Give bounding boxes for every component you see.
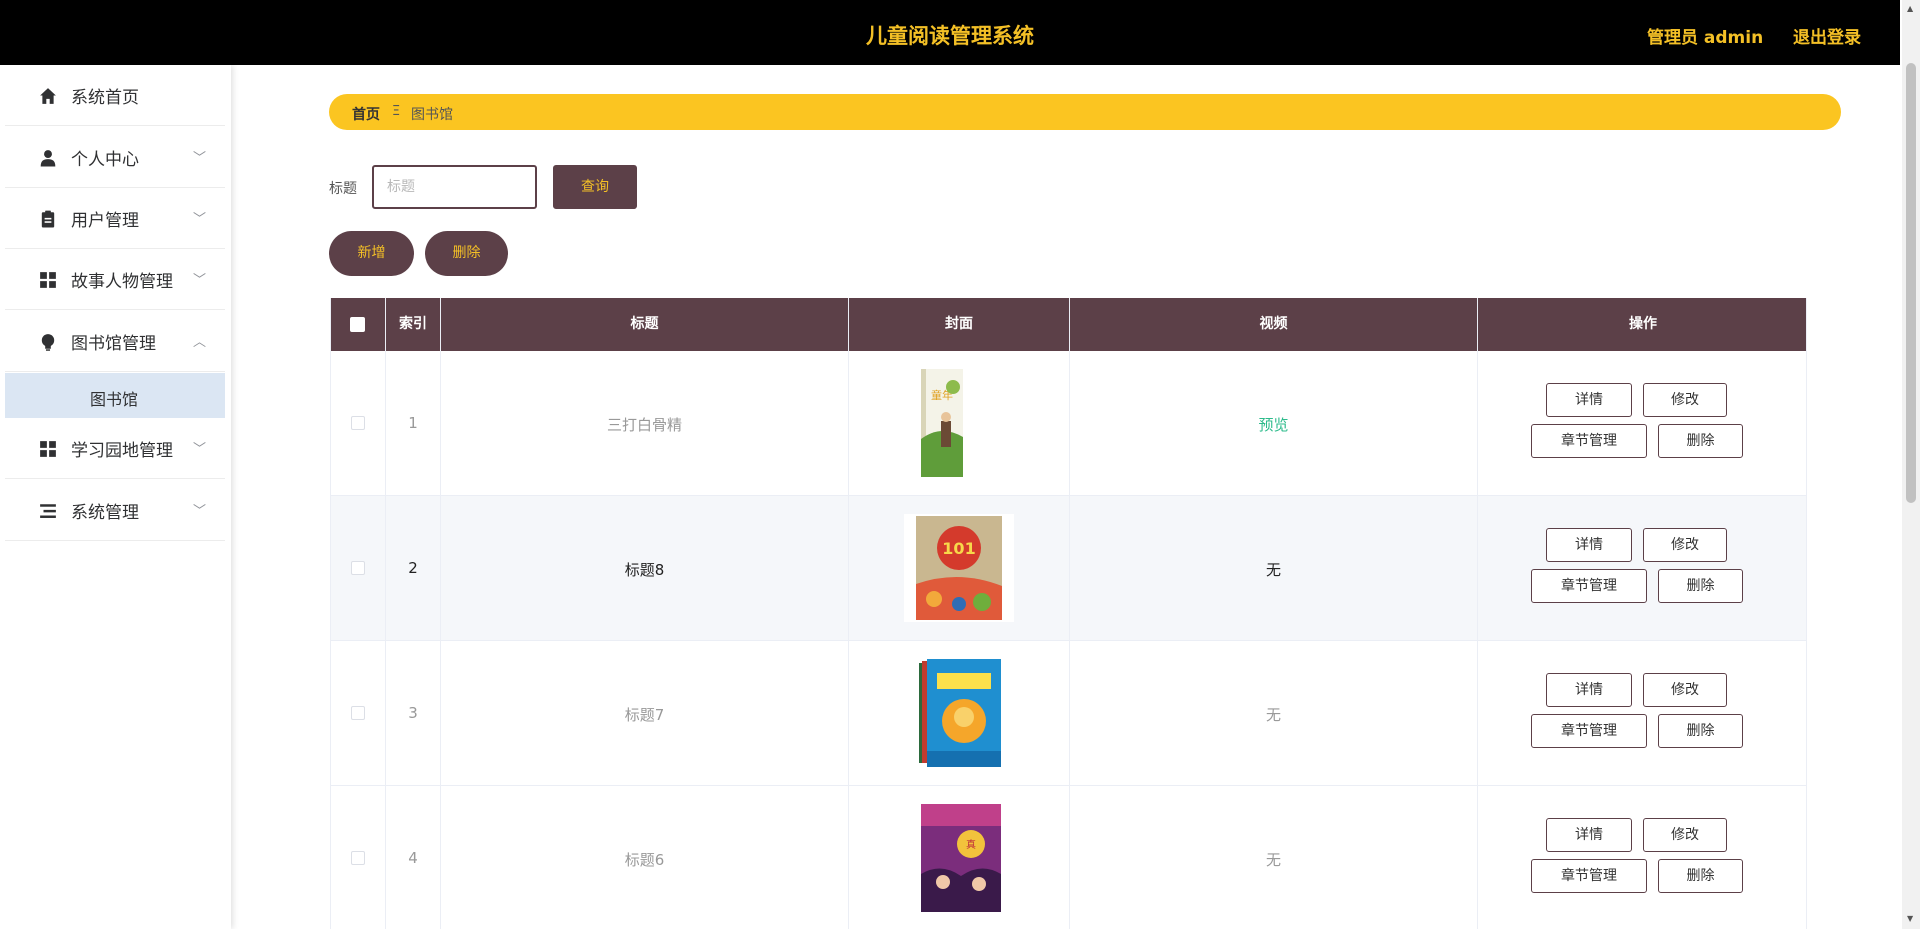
- edit-button[interactable]: 修改: [1643, 383, 1727, 417]
- sidebar-item-profile[interactable]: 个人中心 ﹀: [5, 127, 225, 188]
- row-checkbox[interactable]: [351, 561, 365, 575]
- header-title: 标题: [441, 298, 849, 351]
- chevron-down-icon: ﹀: [193, 504, 207, 519]
- chevron-up-icon: ︿: [193, 335, 207, 350]
- scroll-up-arrow-icon[interactable]: ▲: [1907, 4, 1913, 13]
- sidebar-item-label: 系统首页: [71, 88, 139, 108]
- video-preview-link[interactable]: 预览: [1070, 414, 1477, 435]
- top-header: 儿童阅读管理系统 管理员 admin 退出登录: [0, 0, 1900, 65]
- row-title: 标题7: [624, 706, 665, 724]
- header-index: 索引: [386, 298, 441, 351]
- scrollbar-thumb[interactable]: [1906, 63, 1916, 503]
- list-icon: [40, 504, 56, 518]
- sidebar-item-library[interactable]: 图书馆管理 ︿: [5, 311, 225, 372]
- book-table: 索引 标题 封面 视频 操作 1 三打白骨精 童年 预览 详情 修改 章节管理 …: [330, 298, 1807, 929]
- breadcrumb: 首页 Ξ 图书馆: [329, 94, 1841, 130]
- select-all-checkbox[interactable]: [350, 317, 365, 332]
- header-actions: 操作: [1629, 316, 1657, 332]
- table-row: 4 标题6 真 无 详情 修改 章节管理 删除: [331, 786, 1806, 929]
- sidebar-subitem-library[interactable]: 图书馆: [5, 373, 225, 418]
- sidebar-subitem-label: 图书馆: [90, 390, 139, 409]
- sidebar-item-label: 学习园地管理: [71, 441, 173, 461]
- row-video: 无: [1265, 706, 1281, 724]
- bulb-icon: [41, 334, 55, 351]
- clipboard-icon: [41, 210, 55, 228]
- sidebar-item-learning[interactable]: 学习园地管理 ﹀: [5, 418, 225, 479]
- row-index: 4: [408, 849, 418, 867]
- user-icon: [40, 150, 56, 167]
- detail-button[interactable]: 详情: [1546, 673, 1632, 707]
- row-title: 三打白骨精: [606, 416, 682, 434]
- search-label: 标题: [329, 181, 357, 197]
- table-row: 3 标题7 无 详情 修改 章节管理 删除: [331, 641, 1806, 786]
- row-index: 3: [408, 704, 418, 722]
- row-index: 1: [408, 414, 418, 432]
- grid-icon: [40, 272, 56, 288]
- book-cover-image: 真: [921, 804, 1001, 912]
- delete-button[interactable]: 删除: [1658, 569, 1743, 603]
- chevron-down-icon: ﹀: [193, 442, 207, 457]
- detail-button[interactable]: 详情: [1546, 528, 1632, 562]
- sidebar-item-characters[interactable]: 故事人物管理 ﹀: [5, 249, 225, 310]
- book-cover-image: 童年: [921, 369, 963, 477]
- sidebar-item-label: 系统管理: [71, 503, 139, 523]
- sidebar-item-users[interactable]: 用户管理 ﹀: [5, 188, 225, 249]
- query-button[interactable]: 查询: [553, 165, 637, 209]
- home-icon: [40, 88, 56, 104]
- breadcrumb-home[interactable]: 首页: [352, 104, 380, 124]
- search-input[interactable]: [372, 165, 537, 209]
- book-cover-image: [919, 659, 1001, 767]
- sidebar-item-home[interactable]: 系统首页: [5, 65, 225, 126]
- logout-link[interactable]: 退出登录: [1793, 23, 1861, 48]
- chapter-manage-button[interactable]: 章节管理: [1531, 714, 1647, 748]
- grid-icon: [40, 441, 56, 457]
- table-header: 索引 标题 封面 视频 操作: [331, 298, 1806, 351]
- sidebar-item-label: 图书馆管理: [71, 334, 156, 354]
- app-title: 儿童阅读管理系统: [866, 24, 1034, 48]
- breadcrumb-separator: Ξ: [392, 104, 401, 119]
- sidebar: 系统首页 个人中心 ﹀ 用户管理 ﹀ 故事人物管理 ﹀ 图书馆管理 ︿ 图书馆 …: [0, 65, 231, 929]
- sidebar-item-label: 故事人物管理: [71, 272, 173, 292]
- table-row: 1 三打白骨精 童年 预览 详情 修改 章节管理 删除: [331, 351, 1806, 496]
- chevron-down-icon: ﹀: [193, 212, 207, 227]
- svg-text:101: 101: [942, 539, 975, 558]
- row-video: 无: [1265, 561, 1281, 579]
- chapter-manage-button[interactable]: 章节管理: [1531, 424, 1647, 458]
- add-button[interactable]: 新增: [329, 231, 414, 276]
- breadcrumb-current: 图书馆: [411, 107, 453, 123]
- detail-button[interactable]: 详情: [1546, 818, 1632, 852]
- vertical-scrollbar[interactable]: ▲ ▼: [1902, 0, 1920, 929]
- sidebar-item-label: 个人中心: [71, 150, 139, 170]
- chevron-down-icon: ﹀: [193, 273, 207, 288]
- table-row: 2 标题8 101 无 详情 修改 章节管理 删除: [331, 496, 1806, 641]
- admin-username: 管理员 admin: [1647, 28, 1764, 48]
- delete-button[interactable]: 删除: [1658, 859, 1743, 893]
- edit-button[interactable]: 修改: [1643, 673, 1727, 707]
- row-title: 标题6: [624, 851, 665, 869]
- scroll-down-arrow-icon[interactable]: ▼: [1907, 914, 1913, 923]
- header-cover: 封面: [849, 298, 1070, 351]
- delete-button[interactable]: 删除: [1658, 424, 1743, 458]
- header-video: 视频: [1070, 298, 1478, 351]
- sidebar-item-system[interactable]: 系统管理 ﹀: [5, 480, 225, 541]
- chapter-manage-button[interactable]: 章节管理: [1531, 569, 1647, 603]
- sidebar-item-label: 用户管理: [71, 211, 139, 231]
- delete-button[interactable]: 删除: [1658, 714, 1743, 748]
- edit-button[interactable]: 修改: [1643, 818, 1727, 852]
- chapter-manage-button[interactable]: 章节管理: [1531, 859, 1647, 893]
- row-title: 标题8: [624, 561, 665, 579]
- detail-button[interactable]: 详情: [1546, 383, 1632, 417]
- row-checkbox[interactable]: [351, 706, 365, 720]
- chevron-down-icon: ﹀: [193, 151, 207, 166]
- svg-text:真: 真: [966, 838, 976, 851]
- row-video: 无: [1265, 851, 1281, 869]
- batch-delete-button[interactable]: 删除: [425, 231, 508, 276]
- row-index: 2: [408, 559, 418, 577]
- row-checkbox[interactable]: [351, 851, 365, 865]
- book-cover-image: 101: [904, 514, 1014, 622]
- header-select-cell: [331, 298, 386, 351]
- row-checkbox[interactable]: [351, 416, 365, 430]
- edit-button[interactable]: 修改: [1643, 528, 1727, 562]
